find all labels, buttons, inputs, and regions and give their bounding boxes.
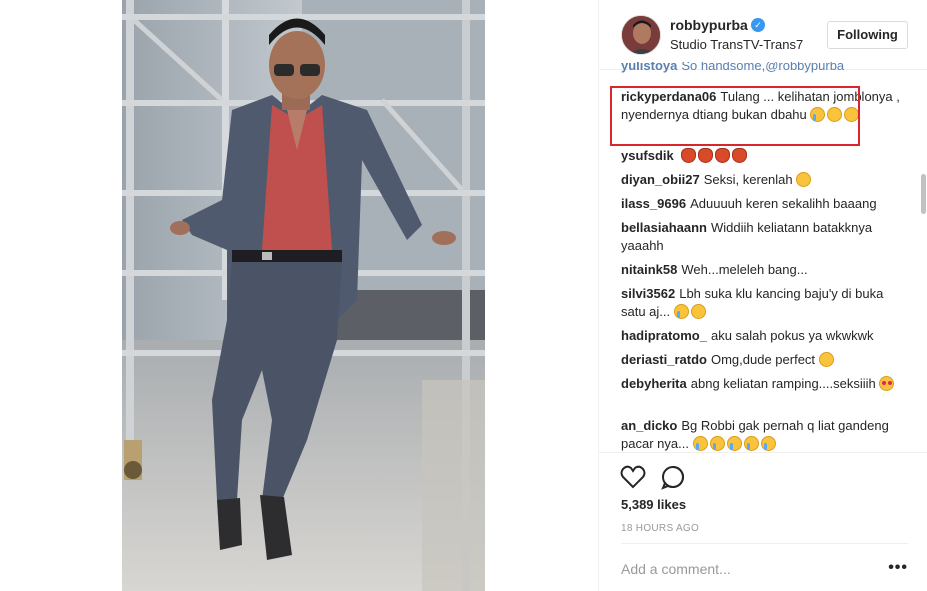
username-link[interactable]: robbypurba	[670, 17, 748, 33]
tears-of-joy-emoji-icon	[726, 436, 742, 451]
comment-text: Aduuuuh keren sekalihh baaang	[690, 196, 877, 211]
yum-emoji-icon	[796, 172, 812, 187]
comment-username[interactable]: deriasti_ratdo	[621, 352, 707, 367]
comment-item: diyan_obii27 Seksi, kerenlah	[621, 171, 901, 189]
verified-badge-icon: ✓	[751, 18, 765, 32]
comment-scrollbar-thumb[interactable]	[921, 174, 926, 214]
comment-username[interactable]: silvi3562	[621, 286, 675, 301]
post-actions: 5,389 likes 18 HOURS AGO •••	[599, 452, 927, 591]
comment-button[interactable]	[659, 463, 687, 491]
comment-text: abng keliatan ramping....seksiiih	[690, 376, 876, 391]
comment-item: bellasiahaann Widdiih keliatann batakknya…	[621, 219, 901, 255]
grin-sweat-emoji-icon	[673, 304, 689, 319]
comment-item: debyherita abng keliatan ramping....seksi…	[621, 375, 901, 393]
comment-text: Seksi, kerenlah	[703, 172, 793, 187]
post-timestamp[interactable]: 18 HOURS AGO	[621, 523, 699, 534]
comment-item: hadipratomo_ aku salah pokus ya wkwkwk	[621, 327, 901, 345]
dancer-emoji-icon	[715, 148, 731, 163]
comment-icon	[661, 466, 684, 490]
comment-item: an_dicko Bg Robbi gak pernah q liat gande…	[621, 417, 901, 452]
tears-of-joy-emoji-icon	[743, 436, 759, 451]
following-button[interactable]: Following	[827, 21, 908, 49]
location-link[interactable]: Studio TransTV-Trans7	[670, 37, 803, 52]
avatar-image	[622, 16, 660, 54]
comment-username[interactable]: diyan_obii27	[621, 172, 700, 187]
comment-text: So handsome,@robbypurba	[681, 62, 845, 73]
comment-username[interactable]: yulistoya	[621, 62, 677, 73]
comment-item: nitaink58 Weh...meleleh bang...	[621, 261, 901, 279]
comment-item: ilass_9696 Aduuuuh keren sekalihh baaang	[621, 195, 901, 213]
tears-of-joy-emoji-icon	[692, 436, 708, 451]
grin-emoji-icon	[827, 107, 843, 122]
add-comment-input[interactable]	[621, 558, 871, 580]
smile-emoji-icon	[690, 304, 706, 319]
post-photo[interactable]	[122, 0, 485, 591]
comment-username[interactable]: rickyperdana06	[621, 89, 716, 104]
comment-text: Weh...meleleh bang...	[681, 262, 808, 277]
comment-text: Omg,dude perfect	[710, 352, 816, 367]
comment-username[interactable]: bellasiahaann	[621, 220, 707, 235]
likes-count[interactable]: 5,389 likes	[621, 497, 686, 512]
comment-item: deriasti_ratdo Omg,dude perfect	[621, 351, 901, 369]
add-comment-bar: •••	[621, 543, 908, 591]
comment-username[interactable]: hadipratomo_	[621, 328, 707, 343]
dancer-emoji-icon	[732, 148, 748, 163]
post-photo-image	[122, 0, 485, 591]
tears-of-joy-emoji-icon	[760, 436, 776, 451]
wink-emoji-icon	[844, 107, 860, 122]
avatar[interactable]	[621, 15, 661, 55]
comment-username[interactable]: an_dicko	[621, 418, 677, 433]
heart-icon	[620, 465, 646, 489]
dancer-emoji-icon	[698, 148, 714, 163]
comment-list: yulistoya So handsome,@robbypurba rickype…	[599, 62, 927, 452]
comment-item: yulistoya So handsome,@robbypurba	[621, 62, 901, 75]
flushed-emoji-icon	[818, 352, 834, 367]
comment-username[interactable]: debyherita	[621, 376, 687, 391]
comment-username[interactable]: ysufsdik	[621, 148, 674, 163]
more-options-button[interactable]: •••	[888, 559, 908, 577]
comment-item: ysufsdik	[621, 147, 901, 165]
tears-of-joy-emoji-icon	[709, 436, 725, 451]
grin-sweat-emoji-icon	[810, 107, 826, 122]
like-button[interactable]	[619, 463, 647, 491]
post-header: robbypurba ✓ Studio TransTV-Trans7 Follo…	[599, 0, 927, 70]
comment-text: aku salah pokus ya wkwkwk	[710, 328, 874, 343]
comment-username[interactable]: nitaink58	[621, 262, 677, 277]
dancer-emoji-icon	[681, 148, 697, 163]
comment-item: rickyperdana06 Tulang ... kelihatan jombl…	[621, 88, 901, 124]
comment-username[interactable]: ilass_9696	[621, 196, 686, 211]
post-side-panel: robbypurba ✓ Studio TransTV-Trans7 Follo…	[598, 0, 927, 591]
comment-item: silvi3562 Lbh suka klu kancing baju'y di …	[621, 285, 901, 321]
heart-eyes-emoji-icon	[879, 376, 895, 391]
